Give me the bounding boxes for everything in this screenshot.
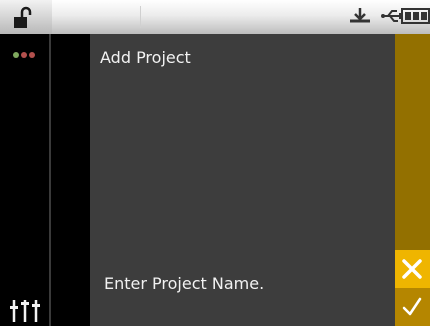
- cancel-button[interactable]: [395, 250, 430, 288]
- battery-icon: [399, 8, 430, 24]
- close-icon: [402, 259, 422, 279]
- status-dot-green: [13, 52, 19, 58]
- status-bar-divider: [140, 6, 141, 28]
- status-dot-red: [29, 52, 35, 58]
- checkmark-icon: [402, 297, 422, 316]
- page-title: Add Project: [100, 48, 191, 67]
- inner-rail: [52, 34, 90, 326]
- left-rail: [0, 34, 52, 326]
- main-panel: Add Project Enter Project Name.: [90, 34, 395, 326]
- unlocked-padlock-icon[interactable]: [13, 6, 33, 30]
- sliders-icon[interactable]: [9, 298, 43, 322]
- status-dot-red: [21, 52, 27, 58]
- download-icon: [350, 8, 370, 23]
- rail-separator: [49, 34, 51, 326]
- confirm-button[interactable]: [395, 288, 430, 326]
- project-name-prompt[interactable]: Enter Project Name.: [104, 274, 264, 293]
- status-bar: [0, 0, 430, 34]
